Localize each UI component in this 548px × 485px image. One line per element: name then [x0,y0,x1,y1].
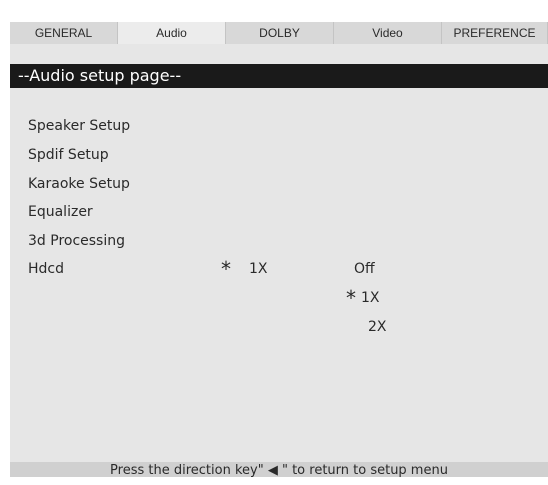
hdcd-option-off[interactable]: Off [354,260,375,278]
audio-setup-panel: GENERAL Audio DOLBY Video PREFERENCE --A… [10,22,548,477]
page-title: --Audio setup page-- [10,64,548,88]
footer-hint: Press the direction key" ◀ " to return t… [10,462,548,477]
hdcd-current-marker: * [221,257,231,281]
menu-item-3d-processing[interactable]: 3d Processing [28,232,125,250]
tab-bar: GENERAL Audio DOLBY Video PREFERENCE [10,22,548,44]
hdcd-option-1x[interactable]: 1X [361,289,380,307]
tab-preference[interactable]: PREFERENCE [442,22,548,44]
hdcd-option-1x-marker: * [346,286,356,310]
menu-item-speaker-setup[interactable]: Speaker Setup [28,117,130,135]
menu-item-karaoke-setup[interactable]: Karaoke Setup [28,175,130,193]
menu-item-hdcd[interactable]: Hdcd [28,260,64,278]
menu-item-spdif-setup[interactable]: Spdif Setup [28,146,109,164]
tab-video[interactable]: Video [334,22,442,44]
menu-item-equalizer[interactable]: Equalizer [28,203,93,221]
tab-general[interactable]: GENERAL [10,22,118,44]
tab-dolby[interactable]: DOLBY [226,22,334,44]
tab-audio[interactable]: Audio [118,22,226,44]
hdcd-option-2x[interactable]: 2X [368,318,387,336]
hdcd-current-value: 1X [249,261,268,277]
